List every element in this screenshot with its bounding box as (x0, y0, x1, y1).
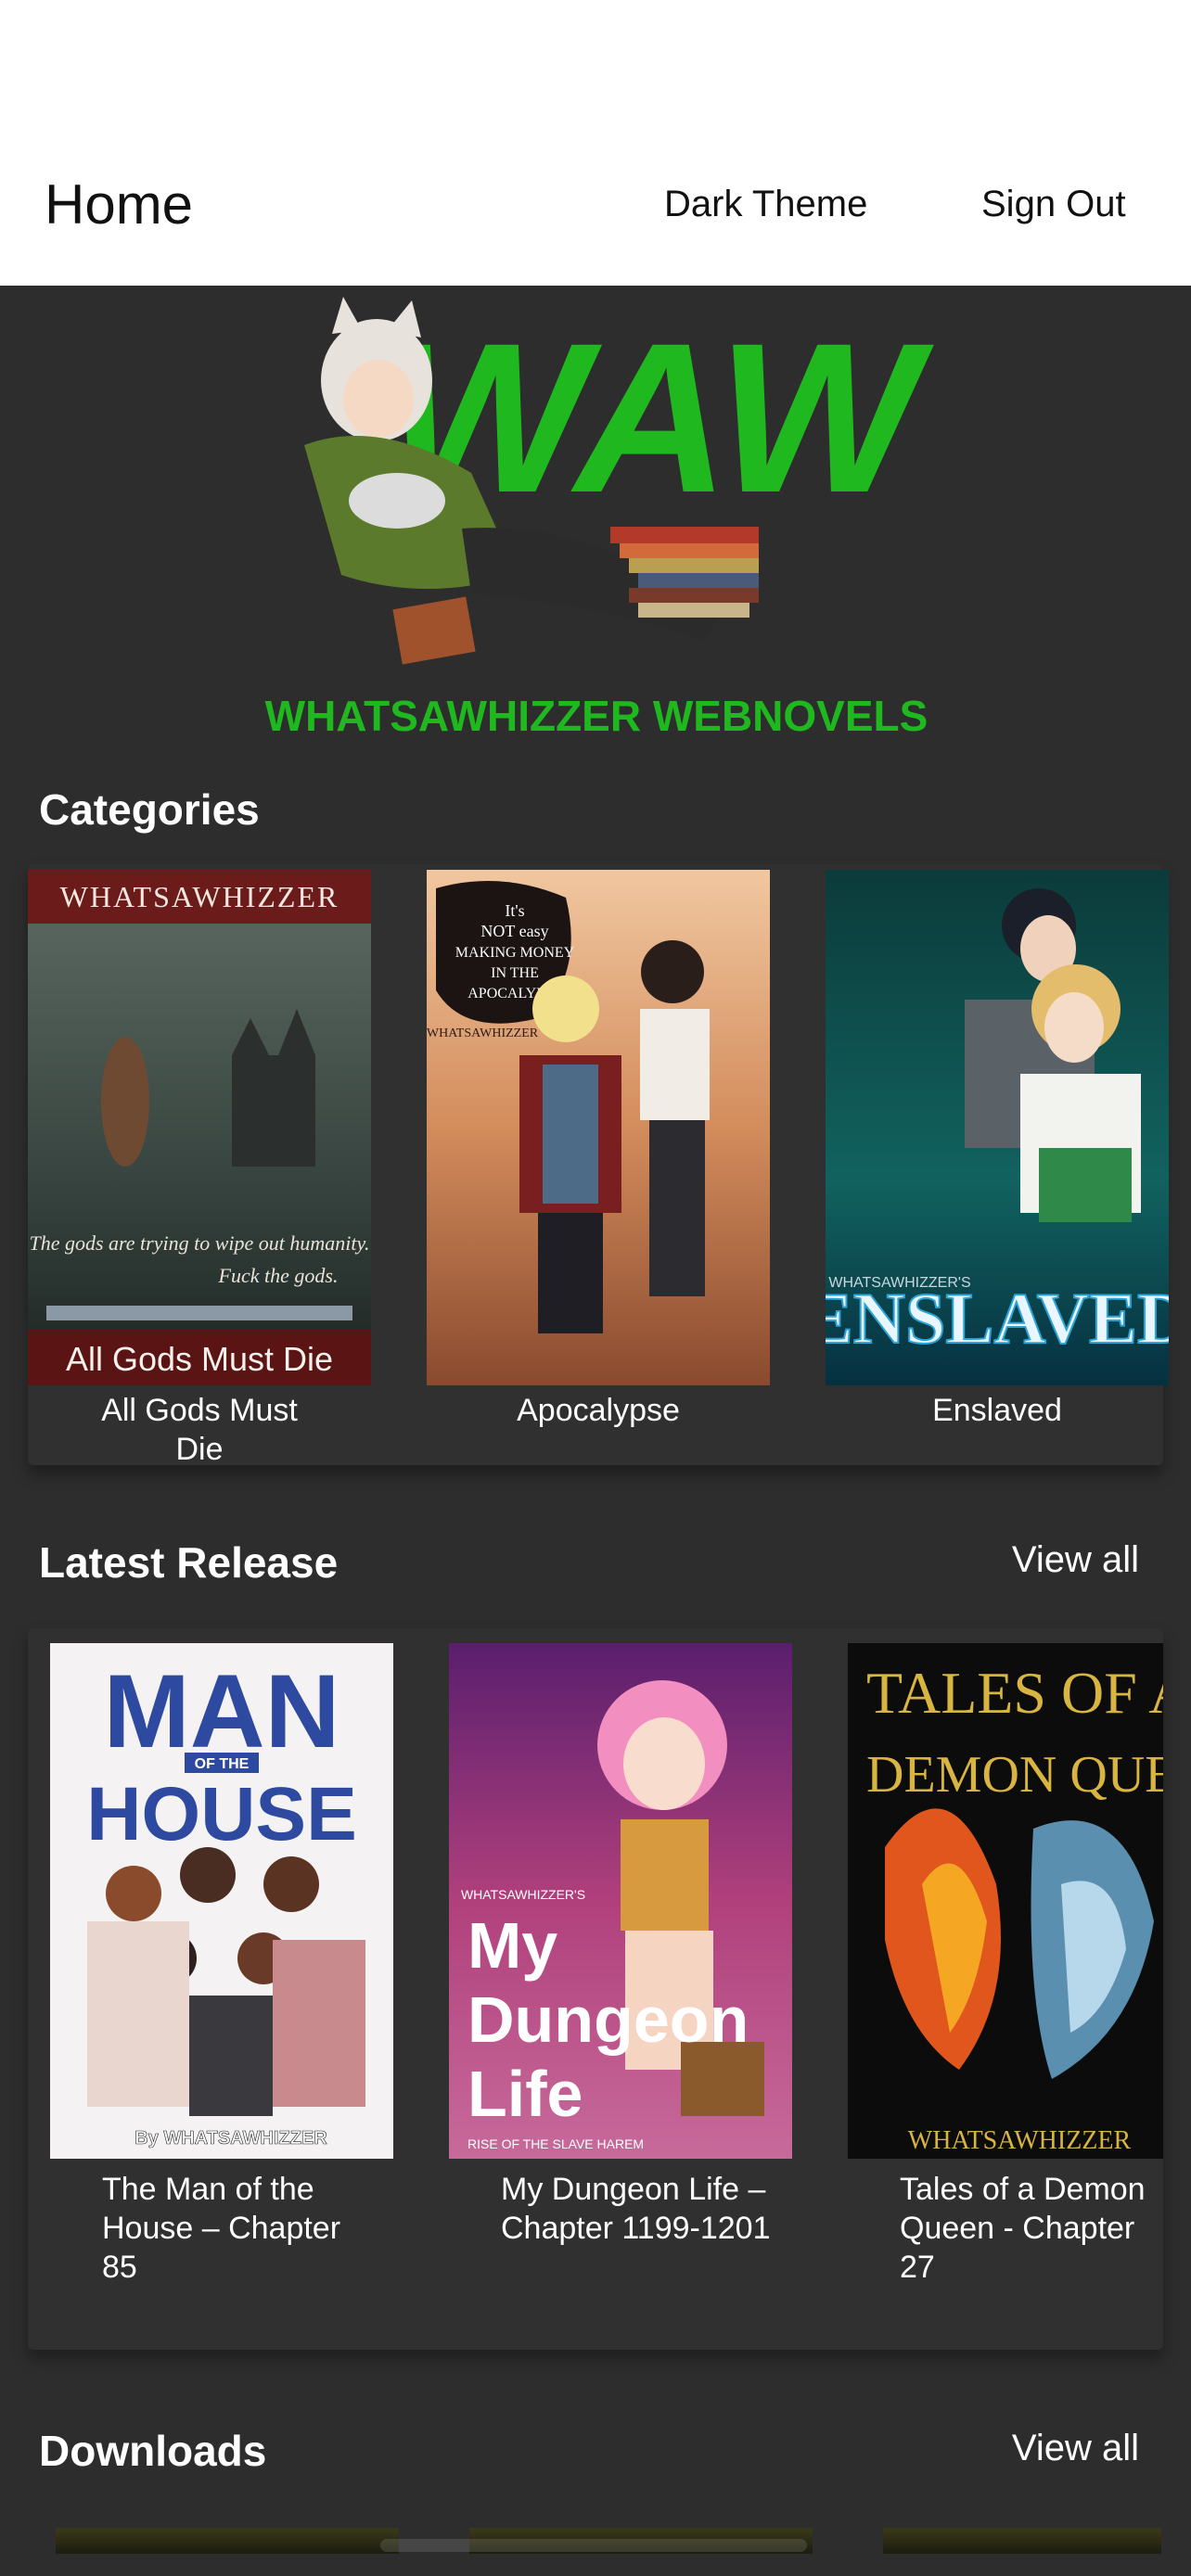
svg-text:NOT easy: NOT easy (480, 922, 548, 940)
dark-theme-button[interactable]: Dark Theme (664, 184, 867, 225)
horizontal-scrollbar[interactable] (380, 2539, 807, 2552)
latest-release-heading: Latest Release (39, 1538, 339, 1587)
svg-text:OF THE: OF THE (195, 1756, 250, 1772)
svg-text:WHATSAWHIZZER WEBNOVELS: WHATSAWHIZZER WEBNOVELS (265, 692, 928, 740)
svg-text:MAN: MAN (103, 1653, 339, 1769)
svg-text:IN THE: IN THE (491, 965, 539, 981)
svg-text:Dungeon: Dungeon (467, 1983, 749, 2056)
svg-text:TALES OF A: TALES OF A (866, 1660, 1163, 1726)
site-logo: WAW WHATSAWHIZZER WEBNOVELS (239, 297, 954, 747)
release-label: My Dungeon Life – Chapter 1199-1201 (501, 2172, 771, 2246)
categories-carousel[interactable]: WHATSAWHIZZER The gods are trying to wip… (28, 864, 1169, 1467)
sign-out-button[interactable]: Sign Out (981, 184, 1126, 225)
svg-text:Life: Life (467, 2058, 583, 2130)
cover-image: MAN OF THE HOUSE By WHATSAWHIZZER (50, 1643, 393, 2159)
svg-text:By WHATSAWHIZZER: By WHATSAWHIZZER (134, 2128, 327, 2149)
svg-text:RISE OF THE SLAVE HAREM: RISE OF THE SLAVE HAREM (467, 2136, 644, 2151)
svg-text:WHATSAWHIZZER: WHATSAWHIZZER (908, 2126, 1132, 2155)
cover-image: WHATSAWHIZZER The gods are trying to wip… (28, 870, 371, 1385)
category-label: All Gods Must Die (101, 1393, 298, 1467)
release-label: The Man of the House – Chapter 85 (102, 2172, 341, 2285)
svg-text:MAKING MONEY: MAKING MONEY (455, 945, 575, 961)
cover-image: It's NOT easy MAKING MONEY IN THE APOCAL… (427, 870, 770, 1385)
svg-text:The gods are trying to wipe ou: The gods are trying to wipe out humanity… (29, 1231, 369, 1255)
page-title: Home (45, 173, 194, 236)
latest-release-view-all-link[interactable]: View all (1012, 1539, 1139, 1581)
svg-text:My: My (467, 1909, 557, 1982)
download-item-preview[interactable] (883, 2528, 1161, 2554)
svg-text:Fuck the gods.: Fuck the gods. (218, 1264, 339, 1287)
svg-text:WHATSAWHIZZER: WHATSAWHIZZER (427, 1027, 539, 1040)
svg-text:All Gods Must Die: All Gods Must Die (66, 1340, 333, 1378)
svg-text:It's: It's (505, 901, 524, 920)
svg-text:WHATSAWHIZZER: WHATSAWHIZZER (60, 880, 339, 913)
latest-release-carousel[interactable]: MAN OF THE HOUSE By WHATSAWHIZZER The Ma… (28, 1628, 1163, 2350)
download-item-preview[interactable] (56, 2528, 399, 2554)
svg-text:ENSLAVED: ENSLAVED (826, 1278, 1169, 1358)
downloads-view-all-link[interactable]: View all (1012, 2428, 1139, 2469)
svg-text:WHATSAWHIZZER'S: WHATSAWHIZZER'S (461, 1887, 585, 1902)
top-nav-bar: Home Dark Theme Sign Out (0, 0, 1191, 286)
release-label: Tales of a Demon Queen - Chapter 27 (900, 2172, 1146, 2285)
cover-image: TALES OF A DEMON QUEEN WHATSAWHIZZER (848, 1643, 1163, 2159)
downloads-heading: Downloads (39, 2427, 267, 2475)
cover-image: WHATSAWHIZZER'S My Dungeon Life RISE OF … (449, 1643, 792, 2159)
cover-image: WHATSAWHIZZER'S ENSLAVED (826, 870, 1169, 1385)
category-label: Enslaved (932, 1393, 1062, 1428)
svg-text:HOUSE: HOUSE (86, 1772, 357, 1856)
categories-heading: Categories (39, 785, 260, 834)
svg-text:DEMON QUEEN: DEMON QUEEN (866, 1746, 1163, 1804)
category-label: Apocalypse (517, 1393, 680, 1428)
